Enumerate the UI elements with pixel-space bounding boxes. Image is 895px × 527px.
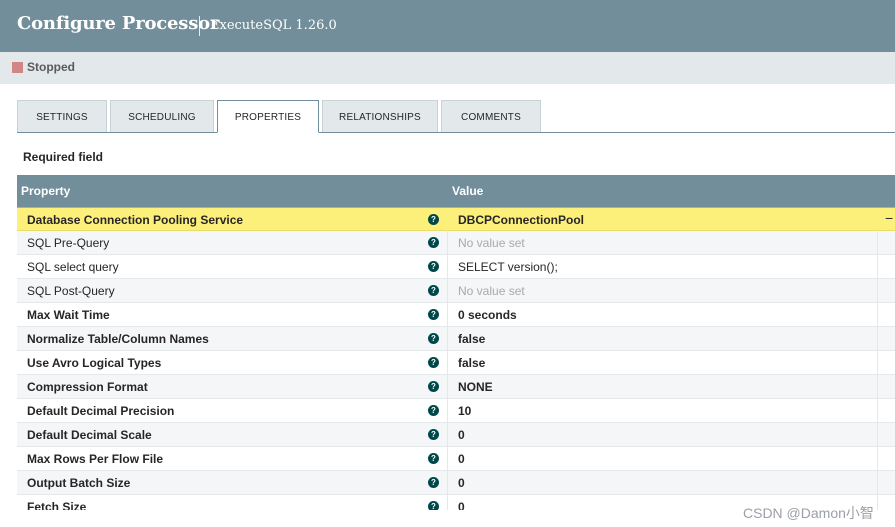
table-row[interactable]: Compression Format? NONE: [17, 375, 895, 399]
column-divider: [877, 327, 878, 351]
help-icon[interactable]: ?: [428, 357, 439, 368]
title-separator: [199, 16, 200, 36]
property-value[interactable]: 0: [458, 476, 465, 490]
tab-comments[interactable]: COMMENTS: [441, 100, 541, 133]
column-divider: [447, 375, 448, 399]
processor-type: ExecuteSQL 1.26.0: [210, 18, 337, 33]
table-row[interactable]: Use Avro Logical Types? false: [17, 351, 895, 375]
column-divider: [877, 255, 878, 279]
column-divider: [877, 399, 878, 423]
property-value[interactable]: SELECT version();: [458, 260, 558, 274]
dialog-title: Configure Processor: [17, 13, 220, 34]
column-divider: [877, 471, 878, 495]
property-name: SQL Post-Query: [27, 284, 115, 298]
column-divider: [877, 279, 878, 303]
help-icon[interactable]: ?: [428, 381, 439, 392]
dialog-header: Configure Processor ExecuteSQL 1.26.0: [0, 0, 895, 52]
stopped-icon: [12, 62, 23, 73]
property-name: Max Rows Per Flow File: [27, 452, 164, 466]
help-icon[interactable]: ?: [428, 333, 439, 344]
help-icon[interactable]: ?: [428, 405, 439, 416]
column-divider: [447, 423, 448, 447]
column-divider: [447, 303, 448, 327]
property-value[interactable]: No value set: [458, 236, 525, 250]
property-name: Fetch Size: [27, 500, 87, 510]
property-value[interactable]: 0: [458, 452, 465, 466]
status-bar: Stopped: [0, 52, 895, 84]
property-name: Normalize Table/Column Names: [27, 332, 209, 346]
help-icon[interactable]: ?: [428, 429, 439, 440]
watermark: CSDN @Damon小智: [743, 505, 874, 521]
column-header-property[interactable]: Property: [21, 184, 70, 198]
column-divider: [877, 351, 878, 375]
help-icon[interactable]: ?: [428, 261, 439, 272]
required-field-note: Required field: [23, 150, 104, 164]
table-row[interactable]: Database Connection Pooling Service? DBCP…: [17, 207, 895, 232]
property-value[interactable]: false: [458, 332, 485, 346]
column-divider: [447, 495, 448, 510]
property-value[interactable]: No value set: [458, 284, 525, 298]
table-row[interactable]: SQL select query? SELECT version();: [17, 255, 895, 279]
table-row[interactable]: Output Batch Size? 0: [17, 471, 895, 495]
help-icon[interactable]: ?: [428, 501, 439, 510]
table-row[interactable]: Max Rows Per Flow File? 0: [17, 447, 895, 471]
tab-settings[interactable]: SETTINGS: [17, 100, 107, 133]
column-divider: [447, 327, 448, 351]
property-value[interactable]: false: [458, 356, 485, 370]
property-name: Default Decimal Precision: [27, 404, 175, 418]
table-row[interactable]: Default Decimal Precision? 10: [17, 399, 895, 423]
tabs-underline: [17, 132, 895, 133]
property-name: Max Wait Time: [27, 308, 110, 322]
column-divider: [447, 399, 448, 423]
column-header-value[interactable]: Value: [452, 184, 483, 198]
help-icon[interactable]: ?: [428, 237, 439, 248]
property-name: SQL Pre-Query: [27, 236, 110, 250]
help-icon[interactable]: ?: [428, 285, 439, 296]
property-value[interactable]: 0: [458, 500, 465, 510]
table-row[interactable]: SQL Pre-Query? No value set: [17, 231, 895, 255]
table-row[interactable]: Max Wait Time? 0 seconds: [17, 303, 895, 327]
tab-relationships[interactable]: RELATIONSHIPS: [322, 100, 438, 133]
remove-property-icon[interactable]: −: [885, 210, 893, 226]
help-icon[interactable]: ?: [428, 477, 439, 488]
properties-table: Property Value Database Connection Pooli…: [17, 175, 895, 510]
tab-properties[interactable]: PROPERTIES: [217, 100, 319, 133]
property-value[interactable]: NONE: [458, 380, 493, 394]
property-value[interactable]: 10: [458, 404, 471, 418]
table-row[interactable]: Default Decimal Scale? 0: [17, 423, 895, 447]
property-value[interactable]: 0: [458, 428, 465, 442]
property-name: Default Decimal Scale: [27, 428, 152, 442]
column-divider: [447, 351, 448, 375]
column-divider: [877, 423, 878, 447]
column-divider: [877, 303, 878, 327]
column-divider: [447, 279, 448, 303]
tab-scheduling[interactable]: SCHEDULING: [110, 100, 214, 133]
table-row[interactable]: SQL Post-Query? No value set: [17, 279, 895, 303]
table-row[interactable]: Normalize Table/Column Names? false: [17, 327, 895, 351]
column-divider: [877, 447, 878, 471]
property-name: Output Batch Size: [27, 476, 131, 490]
property-name: SQL select query: [27, 260, 119, 274]
column-divider: [877, 208, 878, 232]
status-label: Stopped: [27, 60, 75, 74]
property-value[interactable]: DBCPConnectionPool: [458, 213, 584, 227]
column-divider: [447, 255, 448, 279]
property-name: Compression Format: [27, 380, 148, 394]
property-name: Database Connection Pooling Service: [27, 213, 244, 227]
column-divider: [877, 231, 878, 255]
help-icon[interactable]: ?: [428, 453, 439, 464]
help-icon[interactable]: ?: [428, 309, 439, 320]
property-value[interactable]: 0 seconds: [458, 308, 517, 322]
column-divider: [447, 208, 448, 232]
column-divider: [447, 231, 448, 255]
column-divider: [877, 375, 878, 399]
column-divider: [447, 447, 448, 471]
table-header: Property Value: [17, 175, 895, 207]
column-divider: [447, 471, 448, 495]
column-divider: [877, 495, 878, 510]
help-icon[interactable]: ?: [428, 214, 439, 225]
property-name: Use Avro Logical Types: [27, 356, 162, 370]
